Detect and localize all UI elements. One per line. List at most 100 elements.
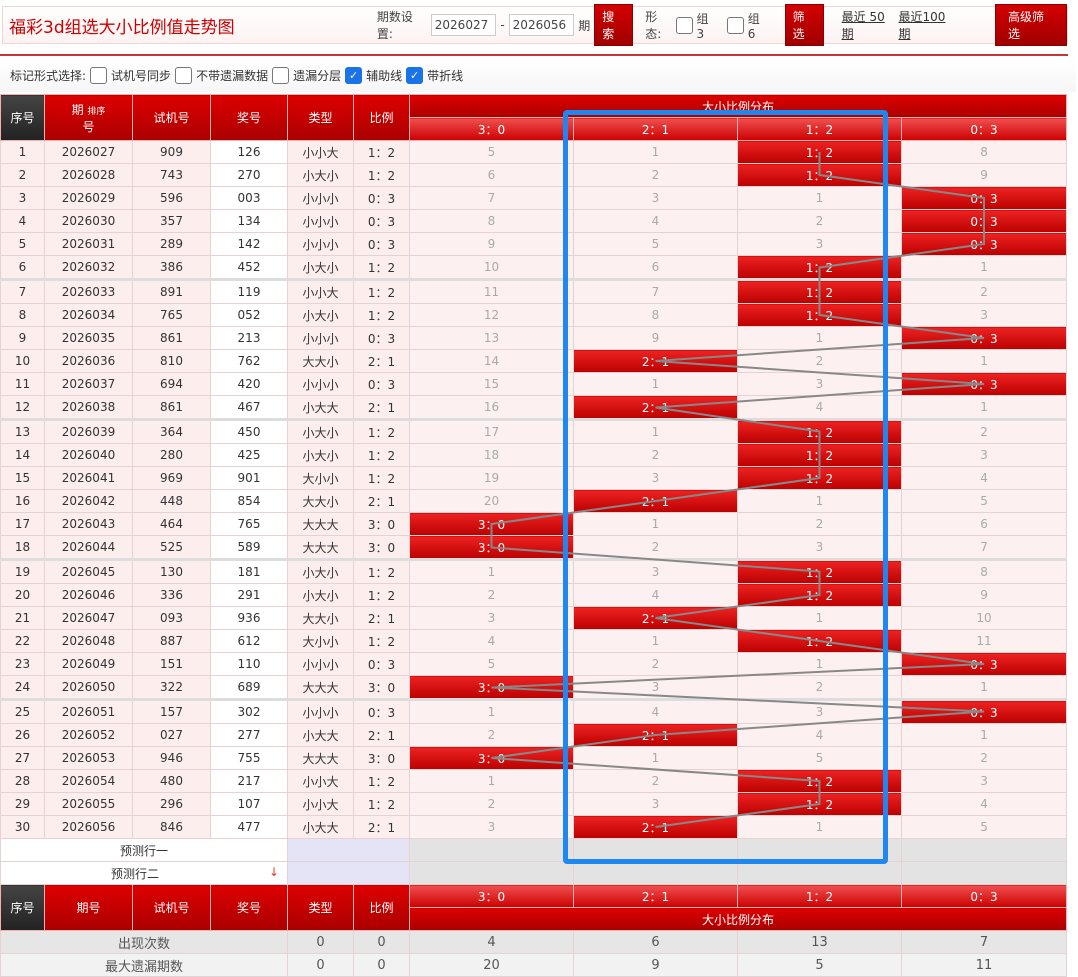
search-button[interactable]: 搜索 [594,4,634,46]
cell-seq: 11 [0,372,45,396]
hit-cell: 1：2 [737,255,902,280]
omission-cell: 16 [409,395,574,420]
cell-period: 2026052 [44,723,133,747]
omission-cell: 4 [573,698,738,724]
foot-col-1-2: 1：2 [737,884,902,908]
mark-option-label: 试机号同步 [111,68,172,83]
cell-draw: 291 [210,583,288,607]
table-row: 30 2026056 846 477 小大大 2：1 3 2：1 1 5 [0,815,1068,839]
stats-value: 6 [573,930,738,954]
omission-cell: 10 [409,255,574,280]
hit-cell: 2：1 [573,395,738,420]
table-row: 17 2026043 464 765 大大大 3：0 3：0 1 2 6 [0,512,1068,536]
cell-trial: 151 [132,652,211,676]
omission-cell: 3 [900,443,1068,467]
divider [0,54,1068,56]
filter-button[interactable]: 筛选 [784,4,824,46]
cell-ratio: 1：2 [353,278,410,304]
table-row: 7 2026033 891 119 小小大 1：2 11 7 1：2 2 [0,278,1068,304]
cell-seq: 22 [0,629,45,653]
sort-button[interactable]: 排序 [87,107,105,117]
advanced-filter-button[interactable]: 高级筛选 [995,4,1068,46]
group3-checkbox[interactable] [676,16,693,34]
stats-value: 20 [409,953,574,977]
cell-ratio: 0：3 [353,186,410,210]
hit-cell: 1：2 [737,443,902,467]
hit-cell: 1：2 [737,792,902,816]
dash: - [500,18,505,32]
form-label: 形态: [645,10,662,41]
table-row: 24 2026050 322 689 大大大 3：0 3：0 3 2 1 [0,675,1068,700]
omission-cell: 1 [573,418,738,444]
cell-type: 小小大 [287,140,354,164]
omission-cell: 2 [737,512,902,536]
cell-ratio: 1：2 [353,792,410,816]
col-period[interactable]: 期 排序号 [44,94,133,141]
group6-checkbox[interactable] [727,16,744,34]
cell-seq: 10 [0,349,45,373]
table-row: 1 2026027 909 126 小小大 1：2 5 1 1：2 8 [0,140,1068,164]
hit-cell: 1：2 [737,163,902,187]
hit-cell: 0：3 [900,186,1068,210]
cell-draw: 134 [210,209,288,233]
omission-cell: 3 [900,769,1068,793]
omission-cell: 2 [900,746,1068,770]
mark-option-checkbox[interactable] [272,66,290,84]
cell-trial: 810 [132,349,211,373]
cell-period: 2026043 [44,512,133,536]
omission-cell: 1 [737,606,902,630]
end-period-input[interactable]: 2026056 [508,14,575,36]
cell-type: 小大小 [287,418,354,444]
group6-label: 组6 [747,11,760,41]
omission-cell: 3 [737,372,902,396]
cell-ratio: 0：3 [353,372,410,396]
mark-option-checkbox[interactable] [90,66,108,84]
cell-type: 大小小 [287,466,354,490]
cell-period: 2026032 [44,255,133,280]
hit-cell: 2：1 [573,815,738,839]
cell-draw: 181 [210,558,288,584]
cell-ratio: 1：2 [353,558,410,584]
foot-col-trial: 试机号 [132,884,211,931]
omission-cell: 3 [573,792,738,816]
mark-option-checkbox[interactable]: ✓ [345,66,363,84]
table-row: 29 2026055 296 107 小小大 1：2 2 3 1：2 4 [0,792,1068,816]
cell-type: 小大小 [287,583,354,607]
omission-cell: 1 [900,675,1068,700]
omission-cell: 2 [737,675,902,700]
omission-cell: 2 [900,278,1068,304]
mark-option-checkbox[interactable] [175,66,193,84]
mark-options-label: 标记形式选择: [10,68,87,83]
cell-period: 2026036 [44,349,133,373]
cell-draw: 110 [210,652,288,676]
omission-cell: 8 [900,558,1068,584]
cell-seq: 4 [0,209,45,233]
omission-cell: 10 [900,606,1068,630]
cell-period: 2026049 [44,652,133,676]
start-period-input[interactable]: 2026027 [430,14,497,36]
cell-period: 2026055 [44,792,133,816]
cell-period: 2026035 [44,326,133,350]
table-row: 10 2026036 810 762 大大小 2：1 14 2：1 2 1 [0,349,1068,373]
omission-cell: 4 [737,723,902,747]
mark-option-checkbox[interactable]: ✓ [406,66,424,84]
cell-ratio: 2：1 [353,349,410,373]
cell-type: 大大小 [287,349,354,373]
recent-100-link[interactable]: 最近100期 [899,8,956,42]
omission-cell: 5 [737,746,902,770]
cell-period: 2026053 [44,746,133,770]
cell-draw: 119 [210,278,288,304]
cell-seq: 19 [0,558,45,584]
cell-trial: 969 [132,466,211,490]
cell-seq: 26 [0,723,45,747]
arrow-down-icon[interactable]: ↓ [269,865,279,879]
omission-cell: 1 [900,395,1068,420]
recent-50-link[interactable]: 最近 50期 [842,8,895,42]
cell-draw: 467 [210,395,288,420]
omission-cell: 9 [409,232,574,256]
cell-period: 2026027 [44,140,133,164]
table-row: 9 2026035 861 213 小小小 0：3 13 9 1 0：3 [0,326,1068,350]
omission-cell: 8 [573,303,738,327]
cell-type: 大大大 [287,512,354,536]
omission-cell: 1 [573,629,738,653]
